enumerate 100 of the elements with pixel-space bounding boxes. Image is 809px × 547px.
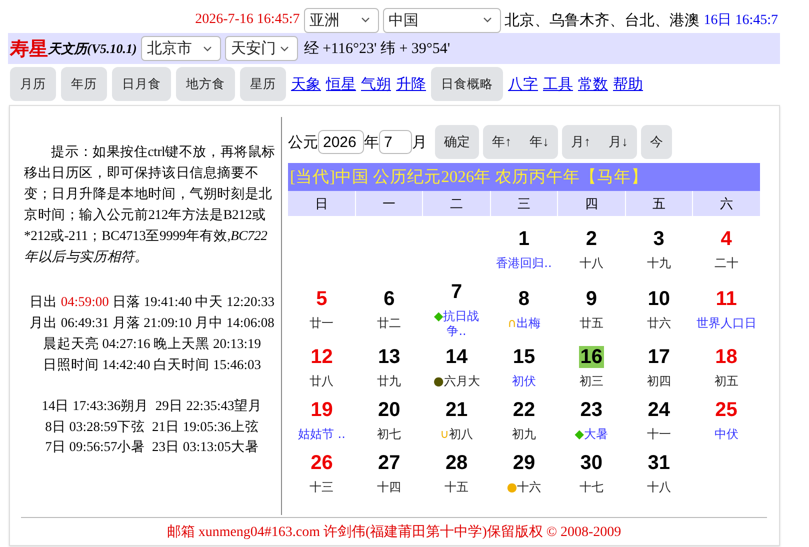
weekday-header: 日 — [288, 191, 355, 216]
coordinates: 经 +116°23' 纬 + 39°54' — [304, 40, 450, 58]
lunar-date: ●十六 — [506, 480, 542, 495]
day-number[interactable]: 23 — [579, 399, 604, 421]
nav-link[interactable]: 恒星 — [326, 74, 356, 94]
day-number[interactable]: 4 — [720, 228, 733, 250]
time-line: 日照时间 14:42:40 白天时间 15:46:03 — [42, 356, 262, 374]
nav-button[interactable]: 日月食 — [112, 67, 171, 101]
calendar-button[interactable]: 今 — [641, 125, 672, 159]
nav-button[interactable]: 日食概略 — [431, 67, 503, 101]
nav-link[interactable]: 帮助 — [613, 74, 643, 94]
lunar-date: 十八 — [578, 256, 604, 270]
day-number[interactable]: 7 — [450, 280, 464, 302]
nav-link[interactable]: 升降 — [396, 74, 426, 94]
day-number[interactable]: 8 — [517, 288, 531, 310]
day-number[interactable]: 6 — [382, 288, 396, 310]
nav-link[interactable]: 八字 — [508, 74, 538, 94]
day-number[interactable]: 1 — [517, 228, 531, 250]
day-number[interactable]: 22 — [512, 399, 536, 421]
lunar-date: 初五 — [713, 374, 740, 389]
calendar-button[interactable]: 年↓ — [520, 125, 558, 159]
day-number[interactable]: 31 — [646, 452, 671, 474]
day-number[interactable]: 29 — [512, 452, 536, 474]
month-input[interactable]: 7 — [379, 130, 412, 154]
lunar-date: 廿六 — [646, 316, 672, 331]
calendar-button[interactable]: 月↑ — [562, 125, 600, 159]
nav-link[interactable]: 工具 — [543, 74, 573, 94]
dropdown[interactable]: 中国 — [382, 8, 501, 32]
lunar-date: 初三 — [578, 374, 604, 389]
nav-button[interactable]: 月历 — [10, 67, 56, 101]
month-label: 月 — [412, 134, 427, 152]
nav-link[interactable]: 常数 — [578, 74, 608, 94]
day-number[interactable]: 24 — [646, 399, 671, 421]
nav-button[interactable]: 地方食 — [176, 67, 235, 101]
day-number[interactable]: 3 — [652, 228, 666, 250]
city-list: 北京、乌鲁木齐、台北、港澳 — [504, 10, 700, 30]
calendar-button[interactable]: 确定 — [435, 125, 479, 159]
day-number[interactable]: 19 — [310, 399, 334, 421]
lunar-date: ∪初八 — [439, 427, 474, 442]
lunar-date: 初九 — [510, 427, 537, 442]
lunar-date: 中伏 — [713, 427, 740, 442]
dropdown[interactable]: 亚洲 — [304, 8, 379, 32]
lunar-date: 初四 — [646, 374, 672, 389]
tip-text: 提示：如果按住ctrl键不放，再将鼠标移出日历区，即可保持该日信息摘要不变；日月升降是本地时间，气朔时刻是北京时间；输入公元前212年方法是B212或*212或-211；BC4713至9999年有效,BC722年以后与实历相符。 — [24, 143, 277, 266]
lunar-date: ◆抗日战争.. — [432, 308, 480, 338]
lunar-date: 十四 — [376, 480, 402, 495]
lunar-date: 世界人口日 — [696, 316, 756, 331]
lunar-date: ∩出梅 — [506, 316, 542, 331]
time-line: 月出 06:49:31 月落 21:09:10 月中 14:06:08 — [30, 314, 274, 332]
dropdown[interactable]: 北京市 — [140, 36, 221, 61]
day-number[interactable]: 27 — [377, 452, 402, 474]
day-number[interactable]: 21 — [444, 399, 469, 421]
year-label: 年 — [364, 134, 379, 152]
day-number[interactable]: 18 — [714, 346, 738, 368]
nav-button[interactable]: 星历 — [240, 67, 286, 101]
day-number[interactable]: 14 — [444, 346, 469, 368]
weekday-header: 五 — [626, 191, 692, 216]
day-number[interactable]: 13 — [377, 346, 402, 368]
dropdown[interactable]: 天安门 — [224, 36, 298, 61]
lunar-date: 姑姑节 .. — [296, 427, 346, 442]
day-number[interactable]: 28 — [444, 452, 469, 474]
lunar-date: 廿五 — [578, 316, 604, 331]
day-number[interactable]: 20 — [377, 399, 402, 421]
time-line: 日出 04:59:00 日落 19:41:40 中天 12:20:33 — [30, 293, 274, 311]
day-number[interactable]: 5 — [315, 288, 328, 310]
calendar-button[interactable]: 月↓ — [600, 125, 637, 159]
nav-link[interactable]: 天象 — [291, 74, 321, 94]
calendar-button[interactable]: 年↑ — [483, 125, 520, 159]
day-number[interactable]: 12 — [310, 346, 334, 368]
lunar-date: 廿二 — [376, 316, 402, 331]
weekday-header: 六 — [693, 191, 760, 216]
day-number[interactable]: 2 — [584, 228, 598, 250]
weekday-header: 一 — [356, 191, 422, 216]
day-number[interactable]: 16 — [579, 346, 604, 368]
lunar-date: 十一 — [646, 427, 672, 442]
day-number[interactable]: 26 — [310, 452, 334, 474]
day-number[interactable]: 25 — [714, 399, 738, 421]
app-logo: 寿星 — [10, 38, 48, 62]
chevron-icon — [360, 17, 370, 23]
chevron-icon — [482, 17, 492, 23]
lunar-date: ◆大暑 — [574, 427, 610, 442]
lunar-date: 二十 — [713, 256, 740, 270]
year-input[interactable]: 2026 — [318, 130, 364, 154]
day-number[interactable]: 10 — [646, 288, 671, 310]
weekday-header: 二 — [423, 191, 490, 216]
nav-button[interactable]: 年历 — [61, 67, 107, 101]
day-number[interactable]: 11 — [714, 288, 738, 310]
day-number[interactable]: 30 — [579, 452, 604, 474]
date-time: 2026-7-16 16:45:7 — [195, 12, 300, 28]
time-line: 晨起天亮 04:27:16 晚上天黑 20:13:19 — [42, 335, 262, 353]
lunar-date: 初伏 — [510, 374, 537, 389]
lunar-date: 十七 — [578, 480, 604, 495]
calendar-banner: [当代]中国 公历纪元2026年 农历丙午年【马年】 — [288, 163, 760, 191]
day-number[interactable]: 9 — [584, 288, 598, 310]
phase-line: 14日 17:43:36朔月 29日 22:35:43望月 — [42, 397, 262, 415]
local-time: 16日 16:45:7 — [704, 12, 778, 29]
lunar-date: 十八 — [646, 480, 672, 495]
nav-link[interactable]: 气朔 — [361, 74, 391, 94]
day-number[interactable]: 17 — [646, 346, 671, 368]
day-number[interactable]: 15 — [512, 346, 536, 368]
